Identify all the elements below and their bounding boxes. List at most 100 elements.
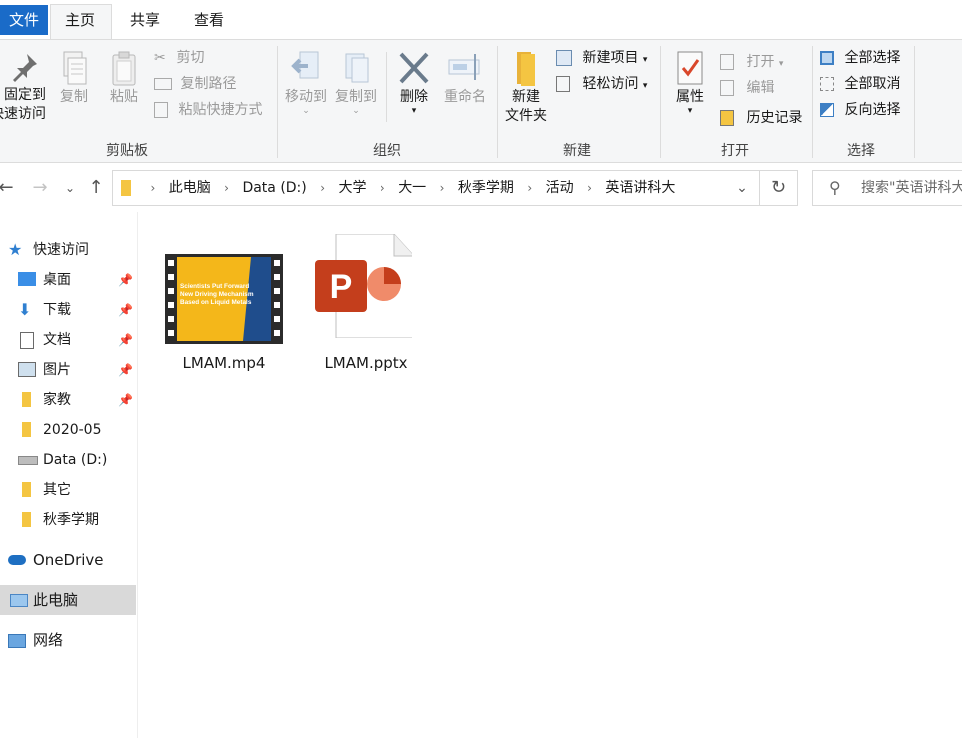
pin-to-quick-access-button[interactable]: 固定到 快速访问 [0, 50, 50, 124]
breadcrumb-freshman[interactable]: 大一 [394, 171, 430, 205]
up-arrow-icon[interactable]: ↑ [84, 176, 108, 200]
copy-button[interactable]: 复制 [56, 50, 92, 107]
nav-item-documents[interactable]: 文档 📌 [0, 325, 136, 355]
cut-label: 剪切 [176, 50, 205, 66]
nav-item-label: 下载 [43, 302, 71, 318]
document-icon [20, 332, 34, 349]
properties-button[interactable]: 属性 ▾ [668, 50, 712, 116]
paste-shortcut-button[interactable]: 粘贴快捷方式 [154, 98, 262, 122]
folder-icon [22, 422, 31, 437]
history-button[interactable]: 历史记录 [720, 106, 802, 130]
copy-path-button[interactable]: 复制路径 [154, 72, 236, 96]
group-divider [660, 46, 661, 158]
file-name: LMAM.mp4 [182, 354, 266, 372]
file-item-video[interactable]: Scientists Put Forward New Driving Mecha… [160, 234, 288, 374]
address-dropdown-chevron-icon[interactable]: ⌄ [724, 171, 760, 205]
properties-check-icon [677, 51, 703, 85]
select-none-button[interactable]: 全部取消 [820, 72, 900, 96]
nav-onedrive[interactable]: OneDrive [0, 545, 136, 575]
chevron-down-icon: ▾ [687, 106, 693, 116]
chevron-down-icon: ▾ [411, 106, 417, 116]
edit-button[interactable]: 编辑 [720, 76, 774, 100]
copy-to-button[interactable]: 复制到 ⌄ [332, 50, 380, 116]
address-bar[interactable]: › 此电脑 › Data (D:) › 大学 › 大一 › 秋季学期 › 活动 … [112, 170, 760, 206]
file-name: LMAM.pptx [324, 354, 408, 372]
desktop-icon [18, 272, 36, 286]
group-divider [277, 46, 278, 158]
search-box[interactable]: ⚲ 搜索"英语讲科大" [812, 170, 962, 206]
breadcrumb-activities[interactable]: 活动 [542, 171, 578, 205]
breadcrumb-university[interactable]: 大学 [334, 171, 370, 205]
download-arrow-icon: ⬇ [18, 300, 32, 319]
file-list: Scientists Put Forward New Driving Mecha… [138, 212, 962, 738]
breadcrumb-fall-semester[interactable]: 秋季学期 [454, 171, 518, 205]
select-all-icon [820, 51, 834, 65]
copy-icon [63, 51, 87, 85]
folder-icon [517, 52, 535, 86]
nav-network[interactable]: 网络 [0, 625, 136, 655]
select-all-button[interactable]: 全部选择 [820, 46, 900, 70]
recent-locations-chevron-icon[interactable]: ⌄ [58, 176, 82, 200]
navigation-pane: ★ 快速访问 桌面 📌 ⬇ 下载 📌 文档 📌 图片 📌 家教 📌 2020-0… [0, 212, 138, 738]
select-none-label: 全部取消 [844, 76, 901, 92]
file-item-pptx[interactable]: P LMAM.pptx [302, 234, 430, 374]
back-arrow-icon[interactable]: ← [0, 176, 18, 200]
chevron-down-icon: ▾ [642, 55, 648, 65]
easy-access-button[interactable]: 轻松访问 ▾ [556, 72, 647, 96]
nav-item-downloads[interactable]: ⬇ 下载 📌 [0, 295, 136, 325]
nav-item-data-drive[interactable]: Data (D:) [0, 445, 136, 475]
easy-access-label: 轻松访问 [582, 76, 639, 92]
group-divider [812, 46, 813, 158]
pin-icon[interactable]: 📌 [118, 385, 133, 415]
nav-onedrive-label: OneDrive [33, 551, 104, 569]
move-to-icon [291, 51, 319, 79]
nav-item-tutoring[interactable]: 家教 📌 [0, 385, 136, 415]
invert-selection-button[interactable]: 反向选择 [820, 98, 900, 122]
tab-share[interactable]: 共享 [116, 5, 174, 35]
delete-button[interactable]: 删除 ▾ [394, 50, 434, 116]
pin-icon[interactable]: 📌 [118, 355, 133, 385]
nav-item-desktop[interactable]: 桌面 📌 [0, 265, 136, 295]
rename-button[interactable]: 重命名 [440, 50, 490, 107]
new-folder-button[interactable]: 新建 文件夹 [502, 50, 550, 126]
new-item-button[interactable]: 新建项目 ▾ [556, 46, 647, 70]
copy-label: 复制 [60, 89, 88, 105]
pin-icon[interactable]: 📌 [118, 295, 133, 325]
nav-this-pc[interactable]: 此电脑 [0, 585, 136, 615]
move-to-button[interactable]: 移动到 ⌄ [282, 50, 330, 116]
nav-item-fall-semester[interactable]: 秋季学期 [0, 505, 136, 535]
open-icon [720, 54, 734, 70]
group-divider [386, 52, 387, 122]
delete-label: 删除 [400, 89, 428, 105]
chevron-down-icon: ⌄ [302, 106, 310, 116]
computer-icon [10, 594, 28, 607]
nav-item-2020-05[interactable]: 2020-05 [0, 415, 136, 445]
nav-quick-access[interactable]: ★ 快速访问 [0, 235, 136, 265]
chevron-down-icon: ▾ [642, 81, 648, 91]
breadcrumb-current-folder[interactable]: 英语讲科大 [601, 171, 679, 205]
folder-icon [121, 180, 131, 196]
breadcrumb-this-pc[interactable]: 此电脑 [165, 171, 215, 205]
tab-home[interactable]: 主页 [50, 4, 112, 40]
tab-file[interactable]: 文件 [0, 5, 48, 35]
history-icon [720, 110, 734, 126]
nav-quick-access-label: 快速访问 [33, 242, 89, 258]
refresh-icon[interactable]: ↻ [760, 170, 798, 206]
paste-label: 粘贴 [110, 89, 138, 105]
forward-arrow-icon[interactable]: → [28, 176, 52, 200]
nav-item-pictures[interactable]: 图片 📌 [0, 355, 136, 385]
pin-icon[interactable]: 📌 [118, 265, 133, 295]
tab-view[interactable]: 查看 [180, 5, 238, 35]
scissors-icon: ✂ [154, 50, 166, 66]
nav-item-other[interactable]: 其它 [0, 475, 136, 505]
group-label-select: 选择 [847, 143, 875, 159]
breadcrumb-data-drive[interactable]: Data (D:) [238, 171, 310, 205]
nav-item-label: 其它 [43, 482, 71, 498]
open-button[interactable]: 打开 ▾ [720, 50, 783, 74]
edit-icon [720, 80, 734, 96]
chevron-down-icon: ▾ [778, 59, 784, 69]
pin-icon[interactable]: 📌 [118, 325, 133, 355]
cut-button[interactable]: ✂ 剪切 [154, 46, 204, 70]
paste-button[interactable]: 粘贴 [106, 50, 142, 107]
select-all-label: 全部选择 [844, 50, 901, 66]
